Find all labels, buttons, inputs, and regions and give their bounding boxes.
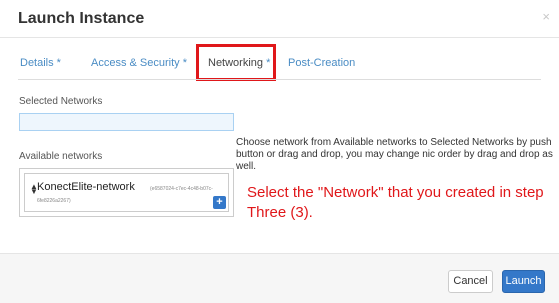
network-id-line2: 6fe8226a2267) bbox=[37, 198, 71, 204]
tab-label: Details bbox=[20, 57, 54, 69]
launch-button[interactable]: Launch bbox=[502, 270, 545, 293]
modal-title: Launch Instance bbox=[18, 10, 145, 27]
close-icon[interactable]: × bbox=[542, 10, 550, 23]
available-networks-list: ▲ ▼ KonectElite-network (e6587024-c7ec-4c… bbox=[19, 168, 234, 217]
selected-networks-dropzone[interactable] bbox=[19, 113, 234, 131]
network-name: KonectElite-network bbox=[37, 181, 135, 193]
tab-label: Networking bbox=[208, 57, 264, 69]
tab-access-security[interactable]: Access & Security * bbox=[91, 57, 187, 69]
sort-icon[interactable]: ▲ ▼ bbox=[30, 183, 38, 196]
tab-bar: Details * Access & Security * Networking… bbox=[18, 48, 541, 80]
tab-details[interactable]: Details * bbox=[20, 57, 61, 69]
available-networks-label: Available networks bbox=[19, 151, 103, 162]
add-network-button[interactable]: + bbox=[213, 196, 226, 209]
tutorial-annotation: Select the "Network" that you created in… bbox=[247, 184, 544, 221]
networking-help-text: Choose network from Available networks t… bbox=[236, 137, 553, 172]
tab-label: Post-Creation bbox=[288, 57, 356, 69]
required-mark: * bbox=[53, 57, 61, 69]
required-mark: * bbox=[179, 57, 187, 69]
selected-networks-label: Selected Networks bbox=[19, 96, 103, 107]
tab-networking[interactable]: Networking * bbox=[208, 57, 270, 69]
cancel-button[interactable]: Cancel bbox=[448, 270, 493, 293]
required-mark: * bbox=[263, 57, 271, 69]
modal-header: Launch Instance × bbox=[0, 0, 559, 37]
network-item[interactable]: ▲ ▼ KonectElite-network (e6587024-c7ec-4c… bbox=[24, 173, 229, 212]
plus-icon: + bbox=[216, 196, 223, 208]
modal-footer: Cancel Launch bbox=[0, 254, 559, 303]
header-divider bbox=[0, 37, 559, 38]
tab-label: Access & Security bbox=[91, 57, 180, 69]
tab-post-creation[interactable]: Post-Creation bbox=[288, 57, 355, 69]
network-id-line1: (e6587024-c7ec-4c48-b07c- bbox=[150, 186, 213, 192]
